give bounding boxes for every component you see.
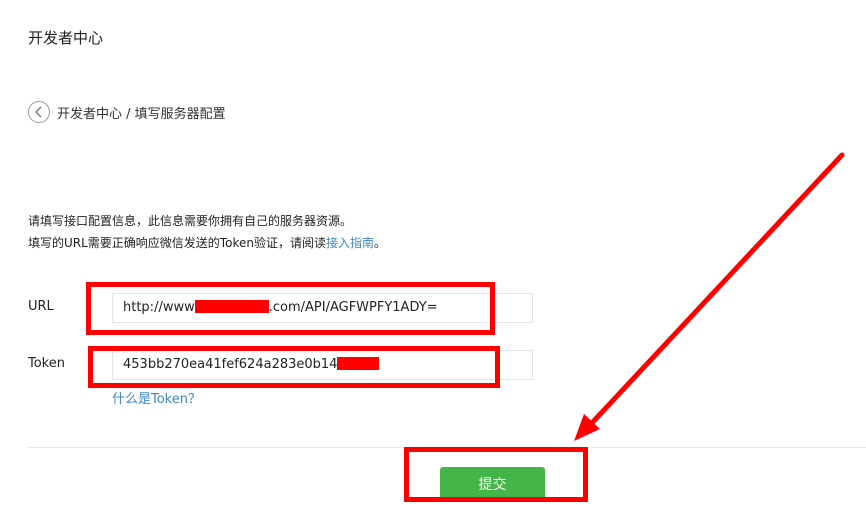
annotation-arrow (574, 152, 845, 441)
